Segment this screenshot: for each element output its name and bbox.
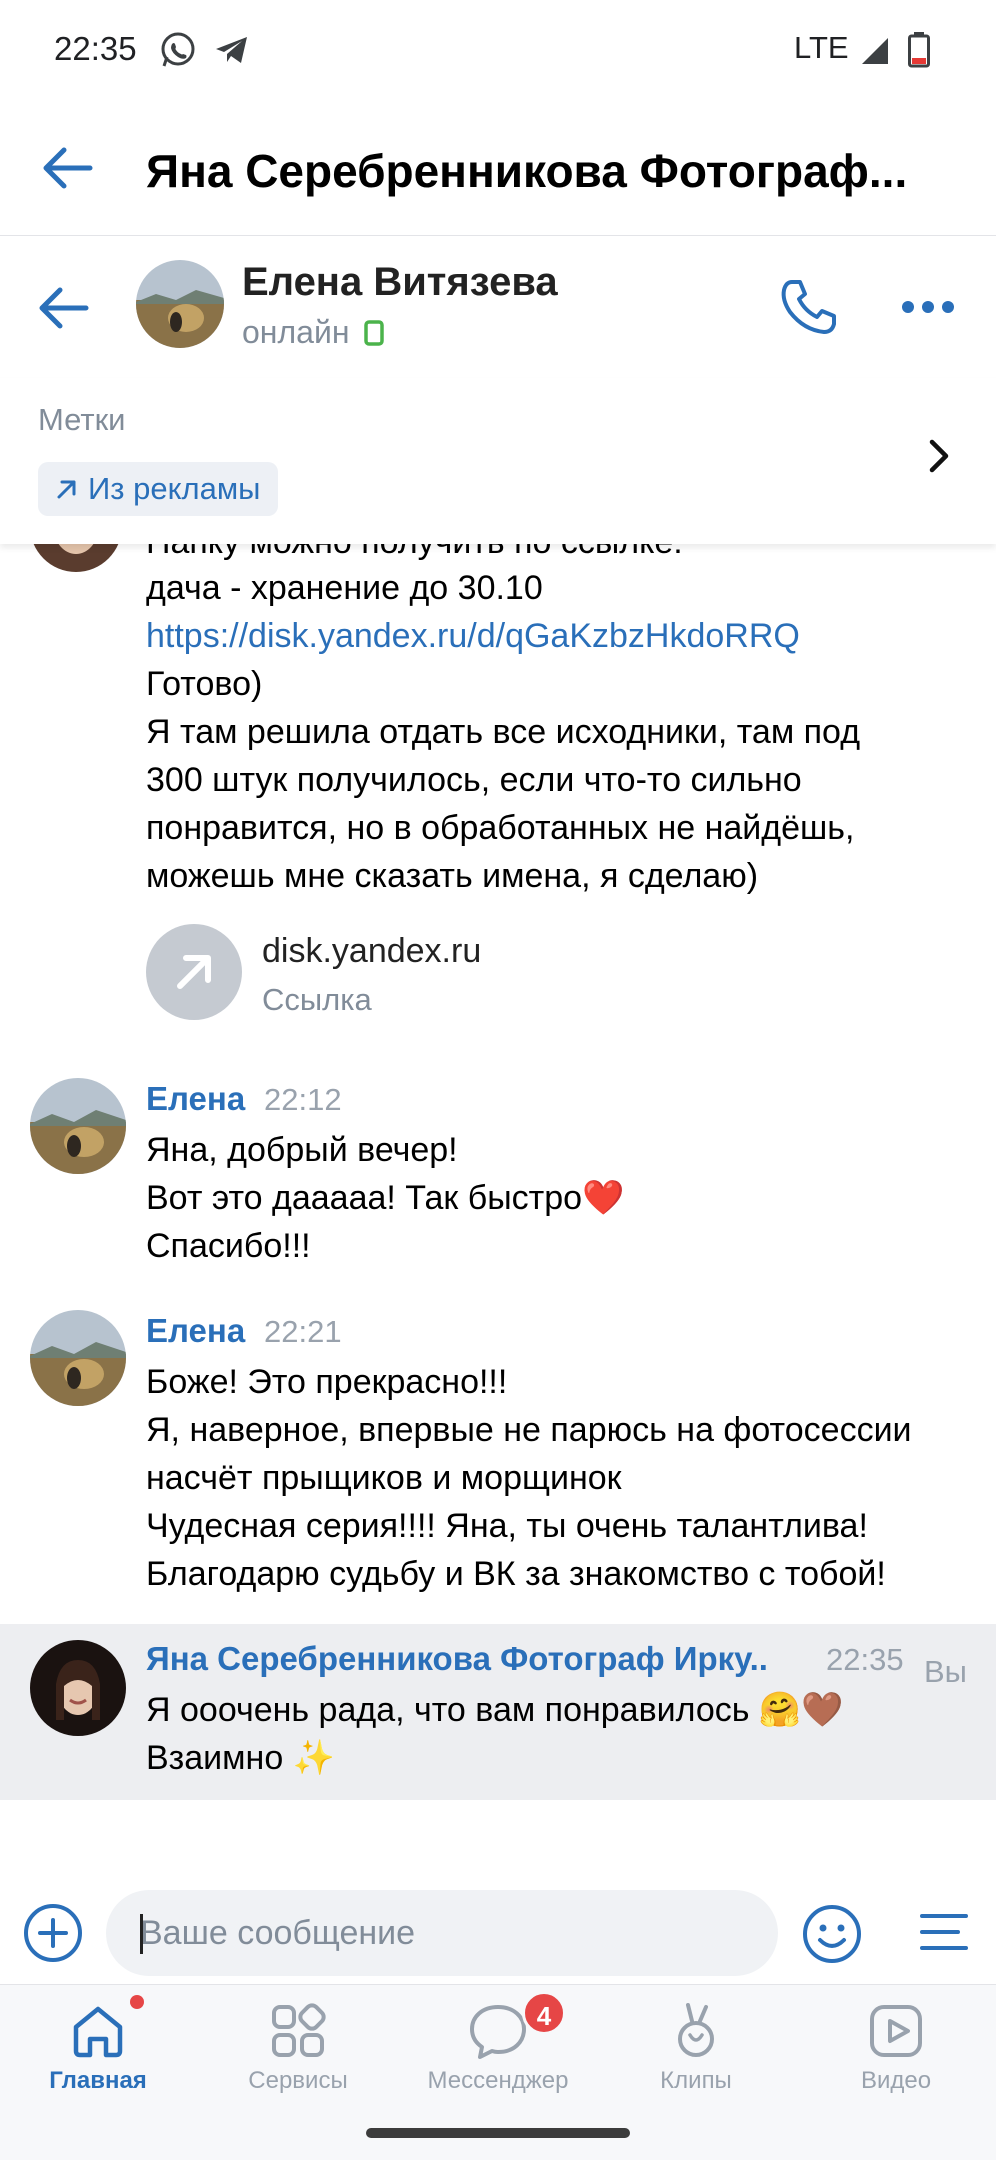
avatar-photo-icon	[30, 544, 122, 572]
battery-low-icon	[908, 32, 930, 68]
community-title: Яна Серебренникова Фотограф...	[146, 145, 908, 197]
avatar[interactable]	[30, 1640, 126, 1736]
messenger-icon	[470, 2005, 526, 2059]
telegram-icon	[216, 37, 247, 63]
own-message-label: Вы	[924, 1654, 967, 1689]
message-sender-name[interactable]: Елена	[146, 1080, 245, 1118]
text-cursor	[140, 1914, 143, 1954]
avatar[interactable]	[30, 1310, 126, 1406]
tags-panel[interactable]: Метки Из рекламы	[0, 378, 996, 544]
message-input[interactable]	[106, 1890, 778, 1976]
avatar[interactable]	[30, 544, 122, 572]
back-arrow-icon[interactable]	[38, 138, 98, 198]
nav-item-video[interactable]: Видео	[806, 1985, 986, 2103]
tag-chip-label: Из рекламы	[88, 471, 261, 506]
phone-call-icon[interactable]	[778, 276, 840, 338]
clips-icon	[678, 2003, 714, 2057]
home-gesture-handle[interactable]	[366, 2128, 630, 2138]
nav-label: Видео	[860, 2067, 932, 2094]
signal-icon	[862, 38, 888, 64]
chat-header: Елена Витязева онлайн	[0, 236, 996, 378]
avatar[interactable]	[136, 260, 224, 348]
unread-badge: 4	[522, 1991, 566, 2035]
nav-item-services[interactable]: Сервисы	[208, 1985, 388, 2103]
message-sender-name[interactable]: Яна Серебренникова Фотограф Ирку...	[146, 1640, 766, 1678]
avatar[interactable]	[30, 1078, 126, 1174]
home-icon	[73, 2006, 123, 2058]
notification-dot	[130, 1995, 144, 2009]
message-text: Боже! Это прекрасно!!! Я, наверное, впер…	[146, 1363, 912, 1593]
message-text: Яна, добрый вечер! Вот это даааaa! Так б…	[146, 1131, 625, 1265]
avatar-photo-icon	[136, 260, 224, 348]
tags-label: Метки	[38, 402, 126, 437]
keyboard-menu-icon[interactable]	[916, 1904, 972, 1960]
avatar-photo-icon	[30, 1078, 126, 1174]
nav-label: Сервисы	[248, 2067, 348, 2094]
online-status-label: онлайн	[242, 314, 350, 350]
link-attachment-card[interactable]: disk.yandex.ru Ссылка	[146, 924, 646, 1024]
arrow-up-right-icon	[57, 480, 76, 499]
avatar-photo-icon	[30, 1640, 126, 1736]
message-sender-name[interactable]: Елена	[146, 1312, 245, 1350]
video-icon	[870, 2005, 922, 2057]
add-attachment-icon[interactable]	[22, 1902, 84, 1964]
external-link-arrow-icon	[177, 955, 211, 989]
chat-contact-name[interactable]: Елена Витязева	[242, 260, 558, 305]
message-text: дача - хранение до 30.10	[146, 569, 543, 607]
nav-label: Клипы	[660, 2067, 732, 2094]
avatar-photo-icon	[30, 1310, 126, 1406]
message-text: Готово)	[146, 665, 263, 703]
link-domain: disk.yandex.ru	[262, 932, 482, 970]
message-text: Я ооочень рада, что вам понравилось 🤗🤎 В…	[146, 1691, 844, 1777]
network-type: LTE	[794, 30, 849, 65]
message-text-cut: Папку можно получить по ссылке:	[146, 544, 976, 566]
link-attachment-circle	[146, 924, 242, 1020]
tag-chip-from-ads[interactable]: Из рекламы	[38, 462, 279, 516]
status-bar: 22:35 LTE	[0, 0, 996, 100]
online-status: онлайн	[242, 314, 385, 351]
message-link[interactable]: https://disk.yandex.ru/d/qGaKzbzHkdoRRQ	[146, 612, 976, 660]
message-time: 22:35	[826, 1642, 904, 1677]
whatsapp-icon	[161, 32, 195, 67]
community-header: Яна Серебренникова Фотограф...	[0, 100, 996, 236]
back-arrow-icon[interactable]	[34, 278, 94, 338]
bottom-navigation: Главная Сервисы 4 Мессенджер Клипы Видео	[0, 1984, 996, 2102]
more-options-icon[interactable]	[900, 292, 956, 322]
nav-item-clips[interactable]: Клипы	[606, 1985, 786, 2103]
nav-label: Главная	[49, 2067, 147, 2094]
mobile-online-icon	[364, 320, 385, 346]
nav-item-messenger[interactable]: 4 Мессенджер	[408, 1985, 588, 2103]
gesture-bar	[0, 2102, 996, 2160]
message-text: Я там решила отдать все исходники, там п…	[146, 713, 861, 895]
message-time: 22:12	[264, 1082, 342, 1117]
message-time: 22:21	[264, 1314, 342, 1349]
own-message[interactable]: Яна Серебренникова Фотограф Ирку... 22:3…	[0, 1624, 996, 1800]
message-history[interactable]: Папку можно получить по ссылке: дача - х…	[0, 544, 996, 1800]
chevron-right-icon[interactable]	[924, 436, 954, 476]
services-icon	[272, 2003, 326, 2057]
nav-item-home[interactable]: Главная	[8, 1985, 188, 2103]
link-type: Ссылка	[262, 982, 372, 1017]
emoji-icon[interactable]	[800, 1902, 864, 1966]
nav-label: Мессенджер	[427, 2067, 569, 2094]
status-time: 22:35	[54, 30, 137, 67]
message-composer	[0, 1866, 996, 1984]
